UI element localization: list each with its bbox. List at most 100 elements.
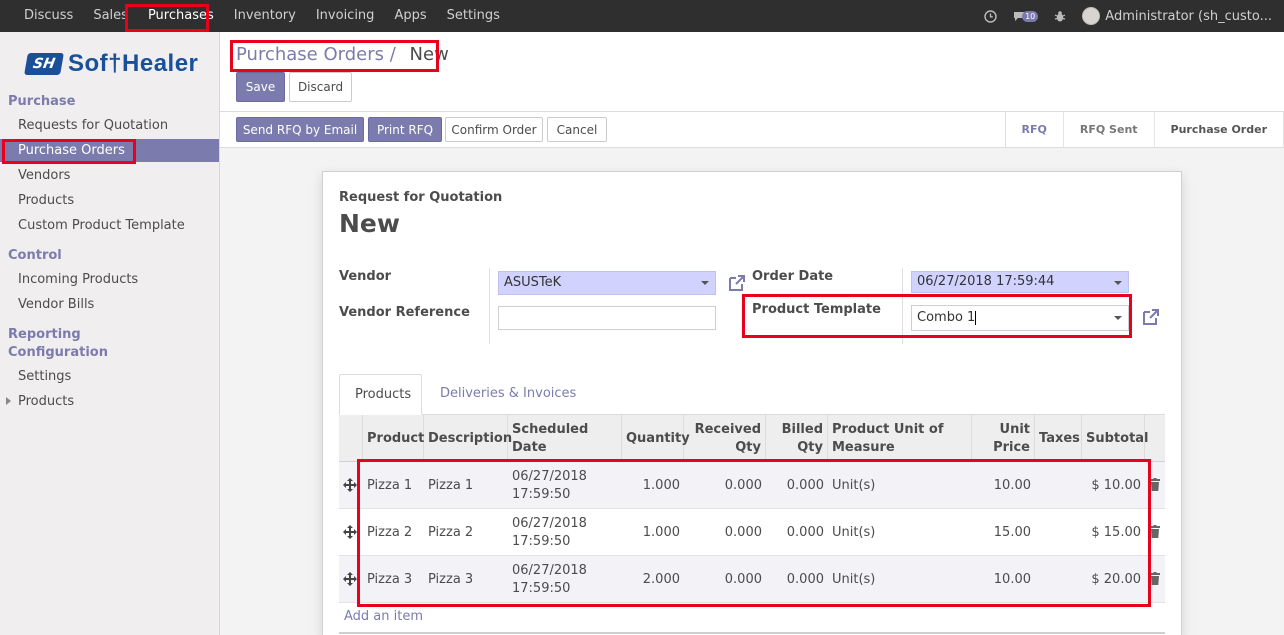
header-billed-qty[interactable]: Billed Qty — [766, 415, 828, 462]
cell-scheduled-date[interactable]: 06/27/2018 17:59:50 — [508, 509, 622, 556]
header-quantity[interactable]: Quantity — [622, 415, 690, 462]
add-item-link[interactable]: Add an item — [344, 609, 423, 624]
messages-icon[interactable]: 10 — [1013, 10, 1039, 22]
confirm-order-button[interactable]: Confirm Order — [445, 117, 543, 142]
header-uom[interactable]: Product Unit of Measure — [828, 415, 972, 462]
sidebar-item-settings[interactable]: Settings — [0, 365, 219, 388]
cell-product[interactable]: Pizza 2 — [363, 509, 424, 556]
trash-icon[interactable] — [1150, 478, 1160, 491]
table-row[interactable]: Pizza 1 Pizza 1 06/27/2018 17:59:50 1.00… — [339, 462, 1165, 509]
sidebar-item-purchase-orders[interactable]: Purchase Orders — [0, 139, 219, 162]
vendor-field[interactable]: ASUSTeK — [498, 271, 716, 295]
header-description[interactable]: Description — [424, 415, 512, 462]
cell-received-qty: 0.000 — [724, 571, 762, 587]
avatar — [1082, 7, 1101, 25]
discard-button[interactable]: Discard — [289, 72, 352, 102]
header-handle — [339, 415, 363, 462]
form-title: New — [339, 209, 400, 238]
vendor-reference-input[interactable] — [498, 306, 716, 330]
cell-description[interactable]: Pizza 2 — [424, 509, 508, 556]
cell-product[interactable]: Pizza 1 — [363, 462, 424, 509]
menu-apps[interactable]: Apps — [384, 0, 436, 32]
cell-date: 06/27/2018 — [512, 562, 587, 578]
vendor-label: Vendor — [339, 269, 392, 284]
trash-icon[interactable] — [1150, 572, 1160, 585]
sidebar-item-products[interactable]: Products — [0, 189, 219, 212]
cell-unit-price[interactable]: 10.00 — [972, 462, 1035, 509]
cell-taxes[interactable] — [1035, 556, 1082, 603]
menu-purchases[interactable]: Purchases — [138, 0, 224, 32]
menu-settings[interactable]: Settings — [437, 0, 510, 32]
cell-scheduled-date[interactable]: 06/27/2018 17:59:50 — [508, 462, 622, 509]
menu-discuss[interactable]: Discuss — [14, 0, 83, 32]
sidebar-item-custom-product-template[interactable]: Custom Product Template — [0, 214, 219, 237]
header-unit-price[interactable]: Unit Price — [972, 415, 1035, 462]
sidebar-item-rfq[interactable]: Requests for Quotation — [0, 114, 219, 137]
cell-unit-price[interactable]: 15.00 — [972, 509, 1035, 556]
header-uom-line1: Product Unit of — [832, 421, 944, 437]
debug-bug-icon[interactable] — [1054, 10, 1066, 23]
cell-product[interactable]: Pizza 3 — [363, 556, 424, 603]
activity-clock-icon[interactable] — [984, 9, 997, 23]
cell-unit-price[interactable]: 10.00 — [972, 556, 1035, 603]
cell-quantity[interactable]: 1.000 — [622, 509, 684, 556]
stage-pipeline: RFQ RFQ Sent Purchase Order — [1004, 112, 1284, 147]
menu-sales[interactable]: Sales — [83, 0, 138, 32]
print-rfq-button[interactable]: Print RFQ — [368, 117, 442, 142]
cell-taxes[interactable] — [1035, 509, 1082, 556]
cell-uom[interactable]: Unit(s) — [828, 462, 972, 509]
trash-icon[interactable] — [1150, 525, 1160, 538]
save-button[interactable]: Save — [236, 72, 285, 102]
external-link-icon[interactable] — [1141, 307, 1161, 327]
cell-taxes[interactable] — [1035, 462, 1082, 509]
cell-received-qty: 0.000 — [724, 524, 762, 540]
cell-uom[interactable]: Unit(s) — [828, 509, 972, 556]
order-date-field[interactable]: 06/27/2018 17:59:44 — [911, 271, 1129, 293]
menu-inventory[interactable]: Inventory — [224, 0, 306, 32]
cancel-button[interactable]: Cancel — [547, 117, 607, 142]
tab-products[interactable]: Products — [339, 374, 422, 415]
product-template-field[interactable]: Combo 1 — [911, 305, 1129, 331]
systray: 10 Administrator (sh_custo... — [976, 0, 1280, 32]
header-unit-price-line1: Unit — [999, 421, 1030, 437]
cell-quantity[interactable]: 1.000 — [622, 462, 684, 509]
tab-deliveries-invoices[interactable]: Deliveries & Invoices — [425, 374, 591, 415]
messages-count-badge: 10 — [1022, 10, 1039, 22]
external-link-icon[interactable] — [727, 273, 747, 293]
cell-uom[interactable]: Unit(s) — [828, 556, 972, 603]
header-subtotal[interactable]: Subtotal — [1082, 415, 1149, 462]
cell-scheduled-date[interactable]: 06/27/2018 17:59:50 — [508, 556, 622, 603]
menu-invoicing[interactable]: Invoicing — [306, 0, 385, 32]
text-cursor — [975, 310, 977, 325]
sidebar-item-vendor-bills[interactable]: Vendor Bills — [0, 293, 219, 316]
stage-rfq-sent[interactable]: RFQ Sent — [1064, 112, 1155, 147]
table-row[interactable]: Pizza 3 Pizza 3 06/27/2018 17:59:50 2.00… — [339, 556, 1165, 603]
sidebar-item-config-products[interactable]: Products — [0, 390, 219, 413]
sidebar: SH Sof†Healer Purchase Requests for Quot… — [0, 32, 220, 635]
cell-description[interactable]: Pizza 1 — [424, 462, 508, 509]
drag-handle-icon[interactable] — [343, 478, 357, 492]
cell-description[interactable]: Pizza 3 — [424, 556, 508, 603]
header-taxes[interactable]: Taxes — [1035, 415, 1082, 462]
table-row[interactable]: Pizza 2 Pizza 2 06/27/2018 17:59:50 1.00… — [339, 509, 1165, 556]
stage-purchase-order[interactable]: Purchase Order — [1155, 112, 1284, 147]
header-product[interactable]: Product — [363, 415, 424, 462]
sidebar-item-incoming-products[interactable]: Incoming Products — [0, 268, 219, 291]
user-menu[interactable]: Administrator (sh_custo... — [1082, 7, 1272, 25]
chevron-down-icon — [1114, 316, 1122, 320]
cell-time: 17:59:50 — [512, 580, 571, 596]
vendor-reference-label: Vendor Reference — [339, 305, 470, 320]
header-scheduled-date[interactable]: Scheduled Date — [508, 415, 622, 462]
table-header: Product Description Scheduled Date Quant… — [339, 415, 1165, 462]
cell-quantity[interactable]: 2.000 — [622, 556, 684, 603]
sidebar-item-vendors[interactable]: Vendors — [0, 164, 219, 187]
user-name: Administrator (sh_custo... — [1105, 8, 1272, 24]
send-rfq-email-button[interactable]: Send RFQ by Email — [236, 117, 364, 142]
stage-rfq[interactable]: RFQ — [1006, 112, 1064, 147]
header-received-qty[interactable]: Received Qty — [684, 415, 766, 462]
header-received-line1: Received — [694, 421, 761, 437]
drag-handle-icon[interactable] — [343, 572, 357, 586]
section-reporting[interactable]: Reporting — [8, 327, 81, 342]
breadcrumb-parent[interactable]: Purchase Orders — [236, 44, 384, 65]
drag-handle-icon[interactable] — [343, 525, 357, 539]
